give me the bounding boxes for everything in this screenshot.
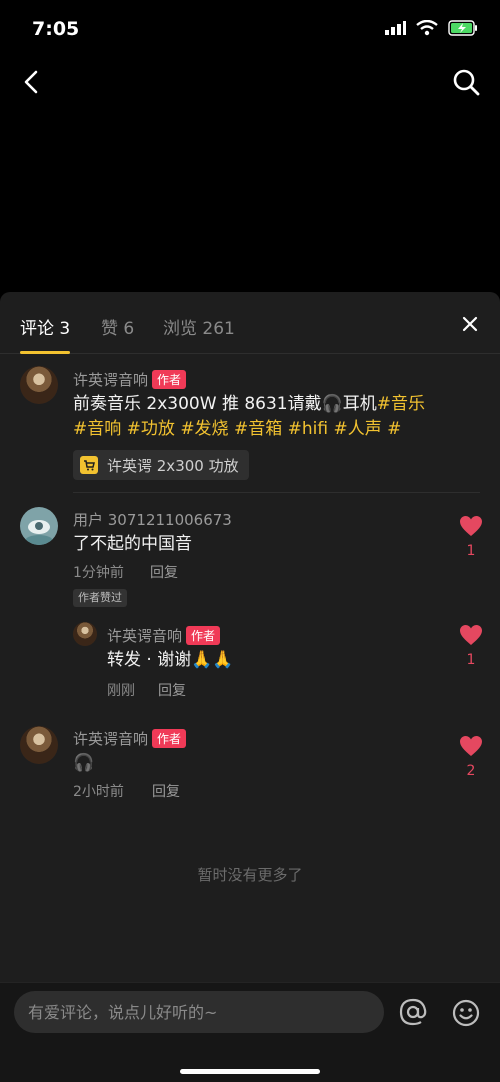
battery-charging-icon bbox=[448, 20, 477, 36]
comment-input[interactable] bbox=[14, 991, 384, 1033]
reply-avatar[interactable] bbox=[73, 622, 97, 646]
hashtag[interactable]: #音箱 bbox=[234, 419, 282, 439]
hashtag[interactable]: #音响 bbox=[73, 419, 121, 439]
reply-button[interactable]: 回复 bbox=[158, 680, 186, 700]
comment-author-name: 许英谔音响 bbox=[73, 730, 149, 748]
comments-sheet: 评论 3 赞 6 浏览 261 许英谔音响 作者 前奏音乐 2x300W 推 86… bbox=[0, 292, 500, 1082]
comment-text: 🎧 bbox=[73, 753, 95, 773]
author-badge: 作者 bbox=[186, 626, 221, 645]
tab-views[interactable]: 浏览 261 bbox=[163, 314, 235, 339]
like-count: 1 bbox=[466, 543, 476, 559]
heart-icon bbox=[460, 516, 482, 536]
back-button[interactable] bbox=[14, 64, 50, 100]
author-badge: 作者 bbox=[152, 370, 187, 389]
emoji-button[interactable] bbox=[452, 999, 480, 1027]
hashtag[interactable]: # bbox=[387, 419, 401, 439]
no-more-text: 暂时没有更多了 bbox=[197, 866, 303, 884]
commenter-avatar[interactable] bbox=[20, 726, 58, 764]
close-icon bbox=[462, 316, 478, 332]
author-avatar[interactable] bbox=[20, 366, 58, 404]
comment-user-name[interactable]: 用户 3071211006673 bbox=[73, 509, 232, 530]
comment-author[interactable]: 许英谔音响 作者 bbox=[73, 728, 187, 749]
hashtag[interactable]: #音乐 bbox=[377, 394, 425, 414]
post-author-name: 许英谔音响 bbox=[73, 371, 149, 389]
tab-comments[interactable]: 评论 3 bbox=[20, 314, 70, 339]
home-indicator bbox=[180, 1069, 320, 1074]
post-caption: 前奏音乐 2x300W 推 8631请戴🎧耳机#音乐 bbox=[73, 391, 483, 417]
reply-time: 刚刚 bbox=[107, 683, 135, 699]
post-hashtags: #音响 #功放 #发烧 #音箱 #hifi #人声 # bbox=[73, 416, 483, 442]
tab-bar: 评论 3 赞 6 浏览 261 bbox=[0, 292, 500, 354]
at-sign-icon bbox=[399, 998, 427, 1026]
like-button[interactable]: 1 bbox=[456, 515, 486, 559]
commenter-avatar[interactable] bbox=[20, 507, 58, 545]
comment-time: 1分钟前 bbox=[73, 565, 124, 581]
reply-button[interactable]: 回复 bbox=[152, 781, 180, 801]
like-button[interactable]: 2 bbox=[456, 735, 486, 779]
author-badge: 作者 bbox=[152, 729, 187, 748]
mention-button[interactable] bbox=[398, 997, 428, 1027]
author-liked-badge: 作者赞过 bbox=[73, 589, 127, 607]
cellular-signal-icon bbox=[385, 21, 406, 35]
divider bbox=[73, 492, 480, 493]
comment-time: 2小时前 bbox=[73, 784, 124, 800]
reply-button[interactable]: 回复 bbox=[150, 562, 178, 582]
reply-author[interactable]: 许英谔音响 作者 bbox=[107, 625, 221, 646]
status-icons bbox=[384, 20, 478, 36]
default-avatar-icon bbox=[25, 520, 53, 545]
shopping-cart-icon bbox=[80, 456, 98, 474]
chevron-left-icon bbox=[24, 70, 38, 94]
hashtag[interactable]: #功放 bbox=[127, 419, 175, 439]
heart-icon bbox=[460, 625, 482, 645]
like-count: 2 bbox=[466, 763, 476, 779]
status-bar: 7:05 bbox=[0, 0, 500, 60]
comment-text: 了不起的中国音 bbox=[73, 534, 192, 554]
top-nav bbox=[0, 60, 500, 104]
wifi-icon bbox=[416, 20, 438, 36]
product-tag[interactable]: 许英谔 2x300 功放 bbox=[73, 450, 249, 480]
tab-active-indicator bbox=[20, 351, 70, 354]
post-caption-text: 前奏音乐 2x300W 推 8631请戴🎧耳机 bbox=[73, 394, 377, 414]
reply-text: 转发 · 谢谢🙏🙏 bbox=[107, 650, 234, 670]
hashtag[interactable]: #发烧 bbox=[180, 419, 228, 439]
heart-icon bbox=[460, 736, 482, 756]
reply-author-name: 许英谔音响 bbox=[107, 627, 183, 645]
post-author[interactable]: 许英谔音响 作者 bbox=[73, 369, 187, 390]
product-label: 许英谔 2x300 功放 bbox=[107, 456, 239, 475]
comment-input-bar bbox=[0, 982, 500, 1082]
close-button[interactable] bbox=[460, 314, 480, 334]
hashtag[interactable]: #人声 bbox=[333, 419, 381, 439]
smiley-icon bbox=[452, 999, 480, 1027]
search-icon bbox=[453, 69, 480, 96]
like-button[interactable]: 1 bbox=[456, 624, 486, 668]
status-time: 7:05 bbox=[32, 18, 80, 40]
tab-likes[interactable]: 赞 6 bbox=[101, 314, 134, 339]
search-button[interactable] bbox=[448, 64, 484, 100]
hashtag[interactable]: #hifi bbox=[288, 419, 328, 439]
like-count: 1 bbox=[466, 652, 476, 668]
